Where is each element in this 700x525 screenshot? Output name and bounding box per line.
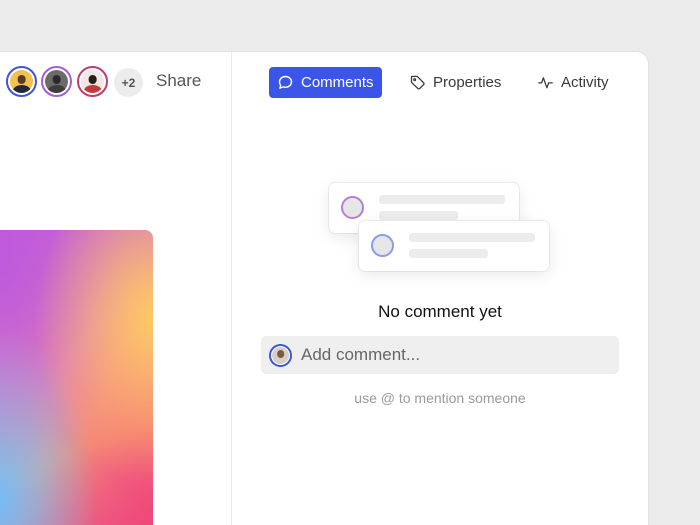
canvas-artwork bbox=[0, 230, 153, 525]
comment-composer[interactable] bbox=[261, 336, 619, 374]
placeholder-comment-card bbox=[359, 221, 549, 271]
comment-input[interactable] bbox=[301, 336, 611, 374]
activity-pulse-icon bbox=[537, 74, 554, 91]
avatar bbox=[269, 344, 292, 367]
comment-bubble-icon bbox=[277, 74, 294, 91]
tab-label: Comments bbox=[301, 74, 374, 91]
tab-label: Properties bbox=[433, 74, 502, 91]
mention-hint: use @ to mention someone bbox=[354, 390, 526, 406]
tag-icon bbox=[409, 74, 426, 91]
empty-state-title: No comment yet bbox=[378, 302, 502, 321]
tab-properties[interactable]: Properties bbox=[401, 67, 509, 98]
avatar[interactable] bbox=[77, 66, 108, 97]
app-window: +2 Share Comments Properties Activity No… bbox=[0, 52, 648, 525]
tab-activity[interactable]: Activity bbox=[529, 67, 617, 98]
share-button[interactable]: Share bbox=[156, 71, 201, 91]
pane-divider bbox=[231, 52, 232, 525]
tab-label: Activity bbox=[561, 74, 609, 91]
avatar[interactable] bbox=[41, 66, 72, 97]
avatar[interactable] bbox=[6, 66, 37, 97]
tab-comments[interactable]: Comments bbox=[269, 67, 382, 98]
more-collaborators-badge[interactable]: +2 bbox=[114, 68, 143, 97]
